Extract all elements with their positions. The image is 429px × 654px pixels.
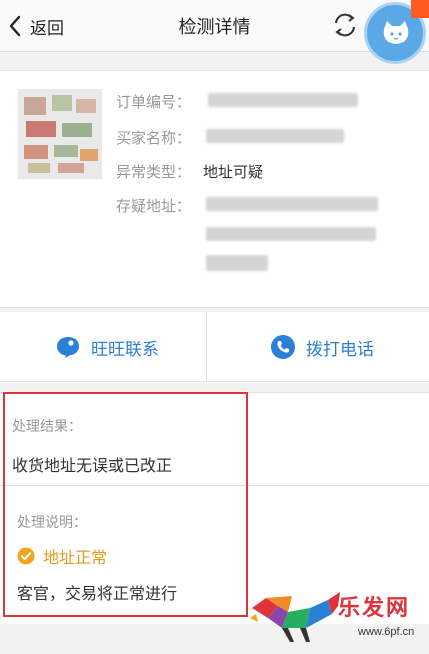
buyer-name-redacted [206, 129, 344, 143]
call-phone-button[interactable]: 拨打电话 [215, 312, 429, 382]
corner-badge [411, 0, 429, 18]
bull-logo-icon [250, 592, 340, 642]
order-info-card: 订单编号： 买家名称： 异常类型： 地址可疑 存疑地址： [0, 70, 429, 308]
refresh-button[interactable] [330, 10, 360, 40]
refresh-icon [335, 13, 355, 37]
abnormal-type-label: 异常类型： [116, 163, 192, 181]
wangwang-chat-icon [57, 337, 79, 358]
abnormal-type-row: 异常类型： 地址可疑 [116, 161, 263, 182]
suspect-address-label: 存疑地址： [116, 197, 192, 215]
wangwang-contact-label: 旺旺联系 [91, 339, 159, 360]
wangwang-contact-button[interactable]: 旺旺联系 [0, 312, 214, 382]
order-number-label: 订单编号： [116, 93, 192, 111]
suspect-address-redacted-1 [206, 197, 378, 211]
order-number-row: 订单编号： [116, 91, 191, 112]
suspect-address-redacted-2 [206, 227, 376, 241]
call-phone-label: 拨打电话 [306, 339, 374, 360]
phone-icon [271, 335, 295, 359]
buyer-name-label: 买家名称： [116, 129, 192, 147]
order-number-redacted [208, 93, 358, 107]
buyer-name-row: 买家名称： [116, 127, 191, 148]
cat-face-icon [383, 21, 409, 44]
watermark-url: www.6pf.cn [358, 626, 415, 638]
site-watermark: 乐发网 www.6pf.cn [248, 588, 426, 650]
actions-divider [206, 312, 207, 382]
contact-actions: 旺旺联系 拨打电话 [0, 312, 429, 382]
watermark-brand: 乐发网 [338, 595, 411, 621]
highlight-annotation-box [3, 392, 248, 617]
suspect-address-redacted-3 [206, 255, 268, 271]
product-thumbnail[interactable] [18, 89, 102, 179]
suspect-address-row: 存疑地址： [116, 195, 191, 216]
abnormal-type-value: 地址可疑 [203, 163, 264, 181]
